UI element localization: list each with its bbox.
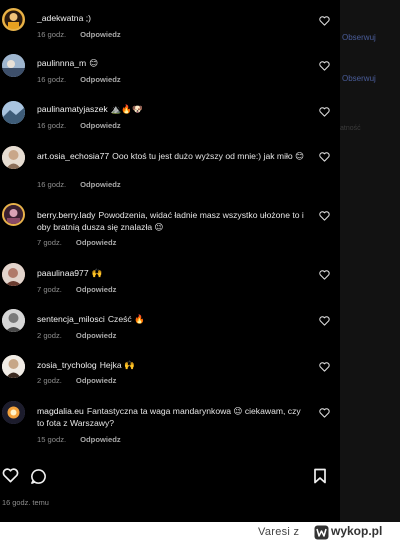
comment-username[interactable]: sentencja_milosci bbox=[37, 314, 105, 324]
reply-button[interactable]: Odpowiedz bbox=[80, 435, 121, 444]
comment-body: 🙌 bbox=[91, 268, 103, 278]
comment-time: 7 godz. bbox=[37, 285, 62, 294]
reply-button[interactable]: Odpowiedz bbox=[80, 180, 121, 189]
reply-button[interactable]: Odpowiedz bbox=[80, 121, 121, 130]
follow-button[interactable]: Obserwuj bbox=[342, 33, 376, 42]
suggestions-sidebar: Obserwuj Obserwuj atność bbox=[340, 0, 400, 522]
reply-button[interactable]: Odpowiedz bbox=[80, 75, 121, 84]
comment-body: ⛰️🔥🐶 bbox=[110, 104, 143, 114]
avatar[interactable] bbox=[2, 203, 25, 226]
avatar[interactable] bbox=[2, 8, 25, 31]
watermark-footer: Varesi z wykop.pl bbox=[0, 522, 400, 543]
comment-username[interactable]: _adekwatna ;) bbox=[37, 13, 91, 23]
heart-icon[interactable] bbox=[319, 107, 330, 117]
wykop-logo-icon bbox=[314, 525, 329, 540]
comment-username[interactable]: paulinnna_m bbox=[37, 58, 86, 68]
comment-time: 16 godz. bbox=[37, 121, 67, 130]
post-actions bbox=[0, 458, 340, 488]
avatar[interactable] bbox=[2, 263, 25, 286]
heart-icon[interactable] bbox=[2, 468, 19, 483]
comment-time: 7 godz. bbox=[37, 238, 62, 247]
follow-button[interactable]: Obserwuj bbox=[342, 74, 376, 83]
watermark-user: Varesi z bbox=[258, 526, 300, 538]
avatar[interactable] bbox=[2, 355, 25, 378]
comment-username[interactable]: paaulinaa977 bbox=[37, 268, 89, 278]
comment-username[interactable]: art.osia_echosia77 bbox=[37, 151, 109, 161]
heart-icon[interactable] bbox=[319, 16, 330, 26]
avatar[interactable] bbox=[2, 101, 25, 124]
avatar[interactable] bbox=[2, 401, 25, 424]
comment-time: 2 godz. bbox=[37, 331, 62, 340]
watermark-site: wykop.pl bbox=[331, 524, 383, 538]
post-timestamp: 16 godz. temu bbox=[2, 498, 49, 507]
comments-panel: _adekwatna ;) 16 godz. Odpowiedz paulinnn… bbox=[0, 0, 340, 522]
comment-icon[interactable] bbox=[30, 468, 47, 485]
heart-icon[interactable] bbox=[319, 316, 330, 326]
comment-username[interactable]: paulinamatyjaszek bbox=[37, 104, 108, 114]
comment-body: Hejka 🙌 bbox=[99, 360, 135, 370]
comment-time: 2 godz. bbox=[37, 376, 62, 385]
comment-time: 15 godz. bbox=[37, 435, 67, 444]
avatar[interactable] bbox=[2, 54, 25, 77]
comment-body: 😊 bbox=[89, 58, 99, 68]
comment-username[interactable]: zosia_trycholog bbox=[37, 360, 97, 370]
reply-button[interactable]: Odpowiedz bbox=[76, 331, 117, 340]
comment-time: 16 godz. bbox=[37, 75, 67, 84]
heart-icon[interactable] bbox=[319, 362, 330, 372]
sidebar-text: atność bbox=[340, 125, 361, 132]
reply-button[interactable]: Odpowiedz bbox=[76, 285, 117, 294]
heart-icon[interactable] bbox=[319, 211, 330, 221]
avatar[interactable] bbox=[2, 146, 25, 169]
avatar[interactable] bbox=[2, 309, 25, 332]
comment-body: Ooo ktoś tu jest dużo wyższy od mnie:) j… bbox=[112, 151, 305, 161]
reply-button[interactable]: Odpowiedz bbox=[80, 30, 121, 39]
heart-icon[interactable] bbox=[319, 408, 330, 418]
comment-time: 16 godz. bbox=[37, 180, 67, 189]
comment-username[interactable]: magdalia.eu bbox=[37, 406, 84, 416]
heart-icon[interactable] bbox=[319, 270, 330, 280]
reply-button[interactable]: Odpowiedz bbox=[76, 238, 117, 247]
reply-button[interactable]: Odpowiedz bbox=[76, 376, 117, 385]
bookmark-icon[interactable] bbox=[313, 468, 327, 484]
heart-icon[interactable] bbox=[319, 152, 330, 162]
heart-icon[interactable] bbox=[319, 61, 330, 71]
comment-time: 16 godz. bbox=[37, 30, 67, 39]
comment-body: Cześć 🔥 bbox=[107, 314, 145, 324]
comment-username[interactable]: berry.berry.lady bbox=[37, 210, 95, 220]
